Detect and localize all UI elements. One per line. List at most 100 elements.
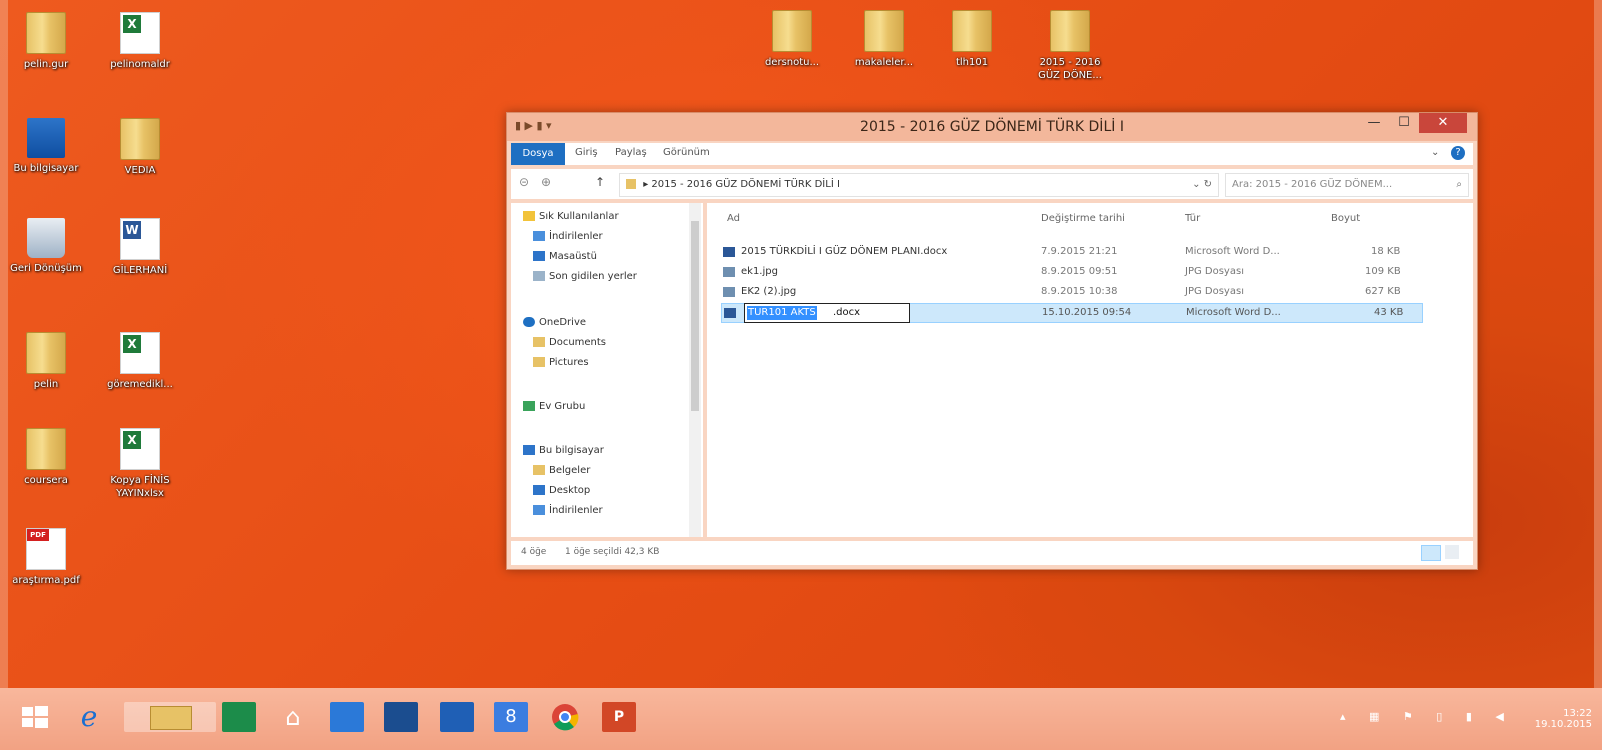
powerpoint-icon[interactable]: P — [602, 702, 636, 732]
file-list: Ad Değiştirme tarihi Tür Boyut 2015 TÜRK… — [707, 203, 1473, 537]
nav-item-pictures[interactable]: Pictures — [533, 357, 589, 368]
nav-label: Bu bilgisayar — [539, 445, 604, 456]
column-header-name[interactable]: Ad — [727, 213, 740, 224]
file-date: 7.9.2015 21:21 — [1041, 246, 1118, 257]
desktop-icon-label: Bu bilgisayar — [13, 163, 79, 174]
cloud-icon — [523, 317, 535, 327]
remote-desktop-icon[interactable] — [384, 702, 418, 732]
desktop-icon-dersnotu[interactable]: dersnotu... — [752, 10, 832, 69]
folder-icon — [952, 10, 992, 52]
nav-label: Ev Grubu — [539, 401, 586, 412]
title-bar[interactable]: ▮ ▶ ▮ ▾ 2015 - 2016 GÜZ DÖNEMİ TÜRK DİLİ… — [507, 113, 1477, 141]
nav-item-belgeler[interactable]: Belgeler — [533, 465, 590, 476]
desktop-icon-this-pc[interactable]: Bu bilgisayar — [6, 118, 86, 175]
rename-extension: .docx — [833, 307, 861, 318]
file-row[interactable]: ek1.jpg 8.9.2015 09:51 JPG Dosyası 109 K… — [721, 263, 1421, 281]
nav-label: Documents — [549, 337, 607, 348]
download-icon — [533, 231, 545, 241]
search-input[interactable]: Ara: 2015 - 2016 GÜZ DÖNEM... ⌕ — [1225, 173, 1469, 197]
file-date: 15.10.2015 09:54 — [1042, 307, 1132, 318]
desktop-icon-goremedikl[interactable]: göremedikl... — [100, 332, 180, 391]
file-name: ek1.jpg — [741, 266, 778, 277]
desktop-icon-pelin[interactable]: pelin — [6, 332, 86, 391]
folder-icon — [1050, 10, 1090, 52]
column-header-type[interactable]: Tür — [1185, 213, 1200, 224]
nav-item-homegroup[interactable]: Ev Grubu — [523, 401, 585, 412]
nav-item-downloads[interactable]: İndirilenler — [533, 231, 603, 242]
file-name: EK2 (2).jpg — [741, 286, 797, 297]
back-button[interactable]: ⊝ — [519, 175, 529, 189]
scrollbar-thumb[interactable] — [691, 221, 699, 411]
desktop-icon-pelinomaldr[interactable]: pelinomaldr — [100, 12, 180, 71]
nav-item-onedrive[interactable]: OneDrive — [523, 317, 586, 328]
taskbar-file-explorer[interactable] — [124, 702, 216, 732]
help-icon[interactable]: ? — [1451, 146, 1465, 160]
nav-item-desktop[interactable]: Masaüstü — [533, 251, 597, 262]
desktop-icon-tlh101[interactable]: tlh101 — [932, 10, 1012, 69]
nav-item-this-pc[interactable]: Bu bilgisayar — [523, 445, 604, 456]
word-file-icon — [723, 247, 735, 257]
desktop-icon-vedia[interactable]: VEDIA — [100, 118, 180, 177]
desktop-icon-label: makaleler... — [854, 57, 914, 68]
system-tray-icons[interactable]: ▴ ▦ ⚑ ▯ ▮ ◀ — [1340, 710, 1514, 723]
column-header-size[interactable]: Boyut — [1331, 213, 1360, 224]
details-view-icon[interactable] — [1421, 545, 1441, 561]
tab-view[interactable]: Görünüm — [663, 147, 710, 158]
desktop-icon-arastirma-pdf[interactable]: araştırma.pdf — [6, 528, 86, 587]
mail-icon[interactable] — [330, 702, 364, 732]
nav-item-recent[interactable]: Son gidilen yerler — [533, 271, 637, 282]
computer-icon — [27, 118, 65, 158]
maximize-button[interactable]: ☐ — [1389, 113, 1419, 133]
file-row-selected[interactable]: TUR101 AKTS .docx 15.10.2015 09:54 Micro… — [721, 303, 1423, 323]
nav-item-desktop-2[interactable]: Desktop — [533, 485, 590, 496]
search-icon[interactable]: ⌕ — [1456, 174, 1462, 196]
folder-icon — [26, 12, 66, 54]
folder-icon — [772, 10, 812, 52]
google-search-icon[interactable]: 8 — [494, 702, 528, 732]
tab-home[interactable]: Giriş — [575, 147, 598, 158]
desktop-icon-label: Geri Dönüşüm — [10, 263, 82, 274]
address-input[interactable]: ▸ 2015 - 2016 GÜZ DÖNEMİ TÜRK DİLİ I ⌄ ↻ — [619, 173, 1219, 197]
desktop-icon-makaleler[interactable]: makaleler... — [844, 10, 924, 69]
chrome-icon[interactable] — [548, 702, 582, 732]
tab-file[interactable]: Dosya — [511, 143, 565, 165]
home-icon[interactable]: ⌂ — [276, 702, 310, 732]
file-size: 43 KB — [1374, 307, 1404, 318]
selection-info: 1 öğe seçildi 42,3 KB — [565, 547, 660, 557]
column-header-date[interactable]: Değiştirme tarihi — [1041, 213, 1125, 224]
rename-input[interactable]: TUR101 AKTS .docx — [744, 303, 910, 323]
close-button[interactable]: ✕ — [1419, 113, 1467, 133]
nav-scrollbar[interactable] — [689, 203, 701, 537]
breadcrumb-path[interactable]: 2015 - 2016 GÜZ DÖNEMİ TÜRK DİLİ I — [651, 179, 840, 190]
start-icon[interactable] — [18, 702, 52, 732]
clock[interactable]: 13:22 19.10.2015 — [1535, 708, 1592, 730]
minimize-button[interactable]: — — [1359, 113, 1389, 133]
up-arrow-icon[interactable]: ↑ — [595, 175, 605, 189]
forward-button[interactable]: ⊕ — [541, 175, 551, 189]
file-row[interactable]: EK2 (2).jpg 8.9.2015 10:38 JPG Dosyası 6… — [721, 283, 1421, 301]
file-row[interactable]: 2015 TÜRKDİLİ I GÜZ DÖNEM PLANI.docx 7.9… — [721, 243, 1421, 261]
status-bar: 4 öğe 1 öğe seçildi 42,3 KB — [511, 541, 1473, 565]
internet-explorer-icon[interactable]: e — [72, 702, 106, 732]
nav-item-documents[interactable]: Documents — [533, 337, 606, 348]
app-icon[interactable] — [440, 702, 474, 732]
store-icon[interactable] — [222, 702, 256, 732]
desktop-icon-coursera[interactable]: coursera — [6, 428, 86, 487]
desktop-icon-label: VEDIA — [124, 165, 156, 176]
desktop-icon-recycle-bin[interactable]: Geri Dönüşüm — [6, 218, 86, 275]
desktop-icon-kopya-finis[interactable]: Kopya FİNİS YAYINxlsx — [100, 428, 180, 500]
chevron-down-icon[interactable]: ⌄ — [1431, 147, 1439, 158]
desktop-icon — [533, 485, 545, 495]
desktop-icon-pelin-gur[interactable]: pelin.gur — [6, 12, 86, 71]
nav-label: Sık Kullanılanlar — [539, 211, 619, 222]
desktop-icon-2015-2016-guz[interactable]: 2015 - 2016 GÜZ DÖNE... — [1030, 10, 1110, 82]
tiles-view-icon[interactable] — [1445, 545, 1459, 559]
tab-share[interactable]: Paylaş — [615, 147, 647, 158]
desktop: pelin.gur pelinomaldr Bu bilgisayar VEDI… — [0, 0, 1602, 750]
desktop-icon-gilerhani[interactable]: GİLERHANİ — [100, 218, 180, 277]
nav-item-downloads-2[interactable]: İndirilenler — [533, 505, 603, 516]
desktop-icon-label: Kopya FİNİS YAYINxlsx — [110, 475, 170, 499]
item-count: 4 öğe — [521, 547, 547, 557]
refresh-icon[interactable]: ⌄ ↻ — [1192, 174, 1212, 196]
nav-item-favorites[interactable]: Sık Kullanılanlar — [523, 211, 619, 222]
